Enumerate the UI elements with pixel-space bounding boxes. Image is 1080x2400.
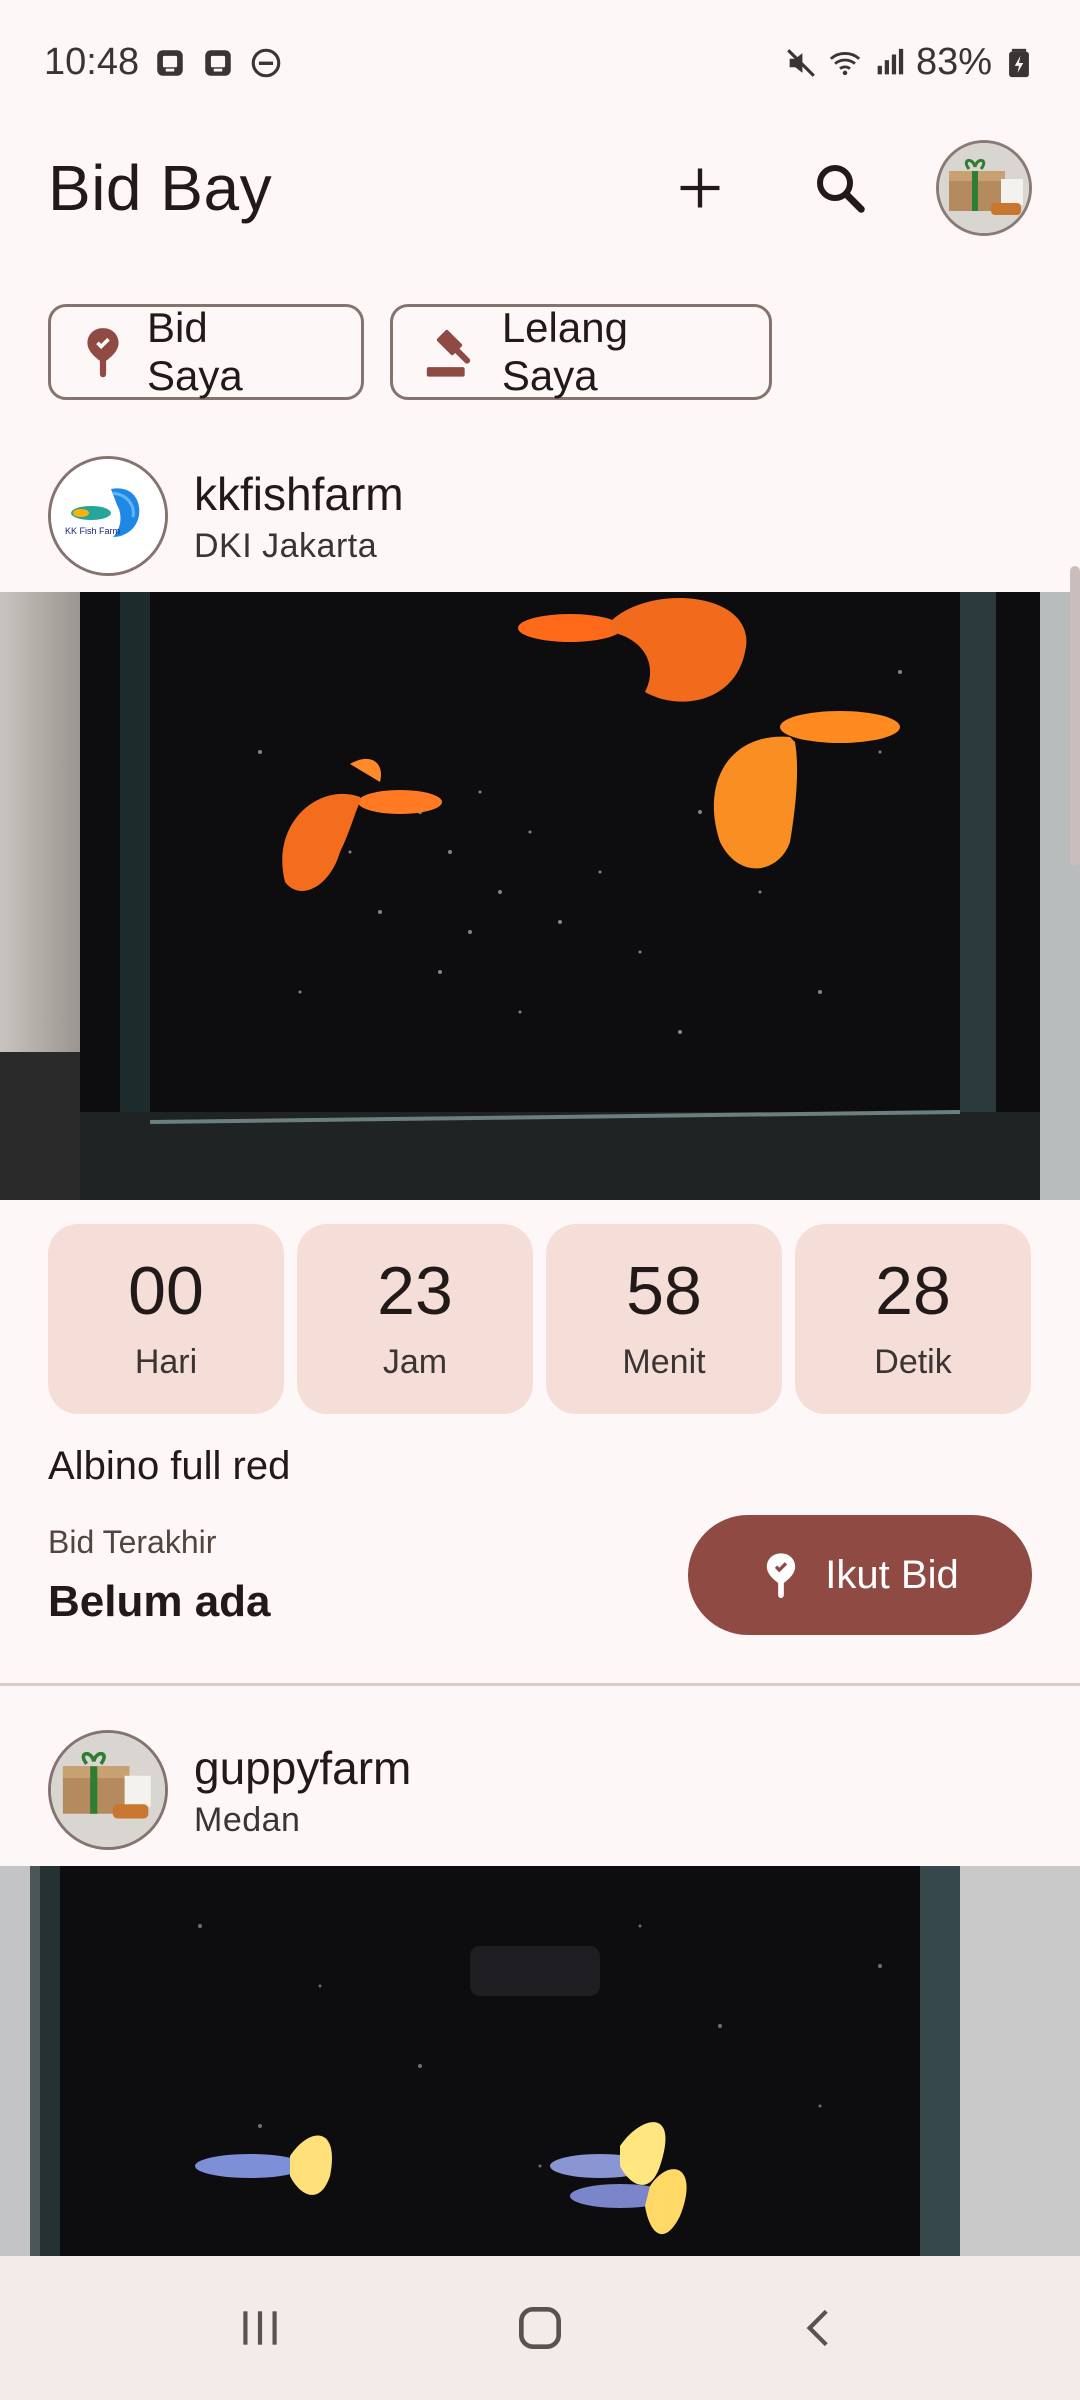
app-title: Bid Bay <box>48 151 273 224</box>
seller-avatar[interactable] <box>48 1730 168 1850</box>
post-header[interactable]: guppyfarm Medan <box>0 1714 1080 1866</box>
lot-image[interactable] <box>0 592 1080 1200</box>
aquarium-photo <box>0 592 1080 1200</box>
countdown-unit: Menit <box>622 1342 706 1381</box>
seller-location: DKI Jakarta <box>194 526 378 565</box>
countdown-hours: 23 Jam <box>297 1224 533 1414</box>
home-button[interactable] <box>480 2278 600 2378</box>
back-icon <box>806 2309 828 2347</box>
seller-avatar[interactable]: KK Fish Farm <box>48 456 168 576</box>
signal-icon <box>877 48 904 74</box>
countdown-minutes: 58 Menit <box>546 1224 782 1414</box>
seller-username: kkfishfarm <box>194 467 404 520</box>
recent-apps-button[interactable] <box>200 2278 320 2378</box>
auction-post: guppyfarm Medan <box>0 1714 1080 2266</box>
profile-avatar[interactable] <box>936 139 1032 236</box>
countdown-unit: Hari <box>134 1342 198 1381</box>
last-bid-value: Belum ada <box>48 1576 271 1626</box>
app-bar: Bid Bay <box>0 125 1080 250</box>
lot-title: Albino full red <box>48 1444 291 1488</box>
countdown-seconds: 28 Detik <box>795 1224 1031 1414</box>
add-button[interactable] <box>652 140 748 236</box>
do-not-disturb-icon <box>251 48 281 77</box>
system-nav-bar <box>0 2256 1080 2400</box>
search-button[interactable] <box>792 140 888 236</box>
kk-fish-farm-logo: KK Fish Farm <box>51 459 165 573</box>
chip-bid-saya[interactable]: Bid Saya <box>48 304 364 400</box>
scroll-indicator[interactable] <box>1070 566 1080 866</box>
battery-charging-icon <box>1009 48 1029 77</box>
bid-pin-icon <box>87 328 119 378</box>
bid-row: Bid Terakhir Belum ada Ikut Bid <box>0 1489 1080 1635</box>
filter-chips: Bid Saya Lelang Saya <box>48 304 772 400</box>
seller-location: Medan <box>194 1800 301 1839</box>
bid-pin-icon <box>767 1553 796 1598</box>
join-bid-button[interactable]: Ikut Bid <box>688 1515 1032 1635</box>
post-divider <box>0 1683 1080 1686</box>
last-bid-label: Bid Terakhir <box>48 1523 217 1560</box>
countdown-value: 23 <box>377 1252 453 1329</box>
notification-app-icon <box>205 49 231 76</box>
post-header[interactable]: KK Fish Farm kkfishfarm DKI Jakarta <box>0 440 1080 592</box>
svg-text:KK Fish Farm: KK Fish Farm <box>65 526 120 536</box>
auction-countdown: 00 Hari 23 Jam 58 Menit 28 Detik <box>0 1200 1080 1414</box>
search-icon <box>817 164 865 213</box>
wifi-icon <box>829 51 861 75</box>
countdown-unit: Detik <box>874 1342 952 1381</box>
notification-app-icon <box>157 49 183 76</box>
aquarium-photo <box>0 1866 1080 2266</box>
chip-label: Bid Saya <box>146 304 243 399</box>
seller-username: guppyfarm <box>194 1741 412 1794</box>
add-icon <box>680 168 720 207</box>
gift-box-image <box>51 1733 165 1847</box>
chip-lelang-saya[interactable]: Lelang Saya <box>390 304 772 400</box>
countdown-unit: Jam <box>382 1342 448 1381</box>
status-time: 10:48 <box>44 41 140 83</box>
home-icon <box>519 2307 561 2349</box>
lot-image[interactable] <box>0 1866 1080 2266</box>
gavel-icon <box>426 329 471 377</box>
countdown-days: 00 Hari <box>48 1224 284 1414</box>
gift-box-image <box>939 142 1029 233</box>
countdown-value: 58 <box>626 1252 702 1329</box>
status-bar: 10:48 83% <box>0 0 1080 125</box>
auction-post: KK Fish Farm kkfishfarm DKI Jakarta 00 H… <box>0 440 1080 1686</box>
join-bid-label: Ikut Bid <box>825 1552 959 1597</box>
back-button[interactable] <box>760 2278 880 2378</box>
recent-apps-icon <box>243 2311 277 2345</box>
countdown-value: 00 <box>128 1252 204 1329</box>
mute-icon <box>787 48 815 77</box>
battery-percent: 83% <box>915 41 992 83</box>
chip-label: Lelang Saya <box>501 304 628 399</box>
countdown-value: 28 <box>875 1252 951 1329</box>
